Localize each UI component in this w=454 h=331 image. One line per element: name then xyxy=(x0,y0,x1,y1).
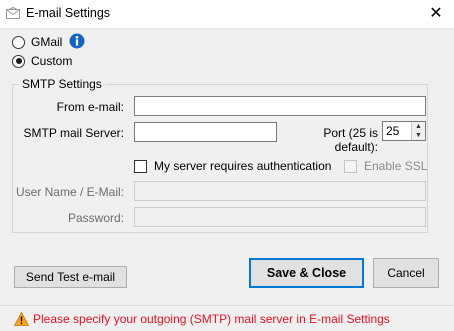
auth-checkbox-label: My server requires authentication xyxy=(154,159,332,173)
title-bar: E-mail Settings ✕ xyxy=(0,0,454,29)
gmail-radio-circle[interactable] xyxy=(12,35,25,49)
smtp-settings-legend: SMTP Settings xyxy=(22,77,102,91)
custom-radio[interactable]: Custom xyxy=(12,54,72,68)
port-value: 25 xyxy=(386,124,400,138)
port-down-arrow-icon[interactable]: ▼ xyxy=(411,131,425,140)
from-email-label: From e-mail: xyxy=(56,100,124,114)
window-title: E-mail Settings xyxy=(26,6,111,20)
close-button[interactable]: ✕ xyxy=(426,4,446,24)
ssl-checkbox-box[interactable] xyxy=(344,159,357,173)
send-test-email-button[interactable]: Send Test e-mail xyxy=(14,266,127,288)
username-input[interactable] xyxy=(134,181,426,201)
auth-checkbox-box[interactable] xyxy=(134,159,147,173)
password-input[interactable] xyxy=(134,207,426,227)
info-icon[interactable] xyxy=(69,33,85,49)
port-label: Port (25 is default): xyxy=(323,126,378,154)
envelope-icon xyxy=(6,7,20,19)
gmail-radio-label: GMail xyxy=(31,35,63,49)
ssl-checkbox-label: Enable SSL xyxy=(364,159,428,173)
password-label: Password: xyxy=(67,211,124,225)
status-bar: Please specify your outgoing (SMTP) mail… xyxy=(0,305,454,331)
custom-radio-circle[interactable] xyxy=(12,54,25,68)
status-message: Please specify your outgoing (SMTP) mail… xyxy=(33,312,390,326)
warning-icon xyxy=(14,312,29,326)
smtp-server-label: SMTP mail Server: xyxy=(23,126,124,140)
ssl-checkbox[interactable]: Enable SSL xyxy=(344,159,427,173)
from-email-input[interactable] xyxy=(134,96,426,116)
username-label: User Name / E-Mail: xyxy=(15,185,124,199)
cancel-button[interactable]: Cancel xyxy=(373,258,439,288)
smtp-server-input[interactable] xyxy=(134,122,277,142)
port-stepper[interactable]: 25 ▲ ▼ xyxy=(382,121,426,141)
dialog-content: GMail Custom SMTP Settings From e-mail: … xyxy=(0,29,454,305)
gmail-radio[interactable]: GMail xyxy=(12,35,62,49)
auth-checkbox[interactable]: My server requires authentication xyxy=(134,159,331,173)
custom-radio-label: Custom xyxy=(31,54,73,68)
save-close-button[interactable]: Save & Close xyxy=(249,258,364,288)
